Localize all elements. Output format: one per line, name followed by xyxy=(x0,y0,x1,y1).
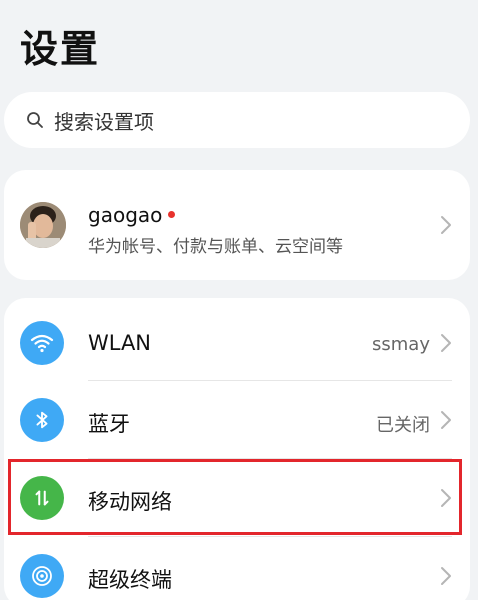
settings-item-label: 蓝牙 xyxy=(88,412,130,436)
avatar xyxy=(20,202,66,248)
settings-item-label: 移动网络 xyxy=(88,490,172,514)
settings-item-bluetooth[interactable]: 蓝牙 已关闭 xyxy=(4,381,470,459)
mobile-data-icon xyxy=(20,476,64,520)
settings-item-value: ssmay xyxy=(372,334,430,355)
search-placeholder: 搜索设置项 xyxy=(54,109,154,134)
settings-item-value: 已关闭 xyxy=(376,415,430,436)
chevron-right-icon xyxy=(441,334,451,352)
super-device-icon xyxy=(20,554,64,598)
settings-page: 设置 搜索设置项 gaogao 华为帐号、付款与账单、云空间等 WLAN ssm… xyxy=(0,0,478,600)
chevron-right-icon xyxy=(441,411,451,429)
page-title: 设置 xyxy=(20,27,101,71)
account-card[interactable]: gaogao 华为帐号、付款与账单、云空间等 xyxy=(4,170,470,280)
search-icon xyxy=(27,112,43,128)
chevron-right-icon xyxy=(441,216,451,234)
settings-item-label: 超级终端 xyxy=(88,568,172,592)
search-bar[interactable]: 搜索设置项 xyxy=(4,92,470,148)
settings-list: WLAN ssmay 蓝牙 已关闭 移动网络 超级终端 xyxy=(4,298,470,600)
account-subtitle: 华为帐号、付款与账单、云空间等 xyxy=(88,237,343,257)
settings-item-wlan[interactable]: WLAN ssmay xyxy=(4,304,470,382)
account-name: gaogao xyxy=(88,203,176,227)
settings-item-super-device[interactable]: 超级终端 xyxy=(4,537,470,600)
chevron-right-icon xyxy=(441,489,451,507)
bluetooth-icon xyxy=(20,398,64,442)
settings-item-label: WLAN xyxy=(88,331,152,355)
wifi-icon xyxy=(20,321,64,365)
settings-item-mobile-network[interactable]: 移动网络 xyxy=(4,459,470,537)
notification-dot xyxy=(168,211,176,218)
chevron-right-icon xyxy=(441,567,451,585)
